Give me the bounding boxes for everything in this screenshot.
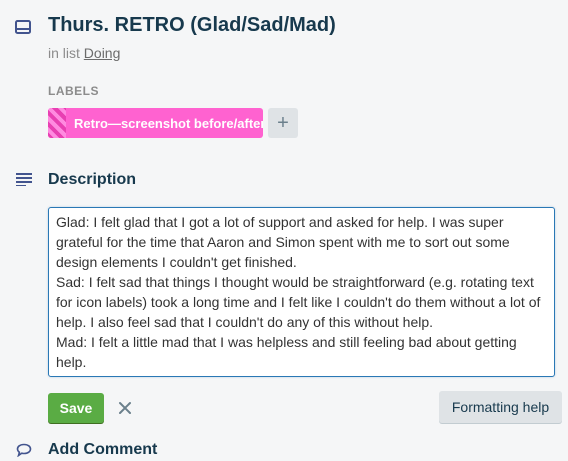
save-button[interactable]: Save	[48, 393, 104, 423]
card-title[interactable]: Thurs. RETRO (Glad/Sad/Mad)	[48, 14, 336, 37]
in-list-prefix: in list	[48, 45, 84, 61]
formatting-help-button[interactable]: Formatting help	[439, 391, 562, 423]
comment-bubble-icon	[16, 443, 32, 457]
close-icon[interactable]	[114, 397, 136, 419]
label-chip[interactable]: Retro—screenshot before/after	[48, 108, 263, 138]
in-list-text: in list Doing	[48, 45, 120, 61]
list-link[interactable]: Doing	[84, 45, 121, 61]
add-label-button[interactable]: +	[268, 108, 298, 138]
add-comment-heading: Add Comment	[48, 441, 158, 458]
labels-heading: LABELS	[48, 84, 99, 98]
label-text: Retro—screenshot before/after	[74, 115, 263, 131]
label-stripe	[48, 108, 66, 138]
description-heading: Description	[48, 171, 137, 188]
description-lines-icon	[16, 173, 32, 186]
description-textarea[interactable]: Glad: I felt glad that I got a lot of su…	[48, 207, 555, 377]
card-icon	[15, 20, 31, 34]
